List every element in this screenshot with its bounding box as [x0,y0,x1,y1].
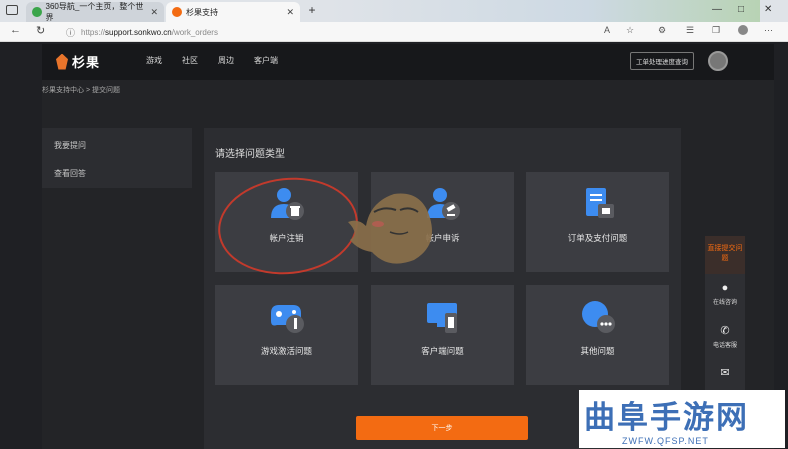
tab-title: 杉果支持 [186,7,218,17]
avatar[interactable] [708,51,728,71]
favorites-list-icon[interactable]: ☰ [686,25,694,36]
minimize-button[interactable]: — [712,4,722,15]
qq-icon: ● [721,282,729,294]
refresh-icon[interactable]: ↻ [36,24,45,37]
extensions-icon[interactable]: ⚙ [658,25,666,36]
card-label: 订单及支付问题 [567,233,628,243]
nav-client[interactable]: 客户端 [254,55,278,66]
nav-merch[interactable]: 周边 [218,55,234,66]
logo-text: 杉果 [72,55,101,70]
profile-icon[interactable] [738,25,748,35]
submit-question-link[interactable]: 直接提交问题 [705,236,745,274]
chat-bubble-icon [581,301,615,333]
mail-button[interactable]: ✉ [705,366,745,382]
online-consult-button[interactable]: ● 在线咨询 [705,282,745,306]
more-menu-icon[interactable]: ⋯ [764,25,773,36]
watermark-title: 曲阜手游网 [584,400,749,436]
float-item-label: 在线咨询 [712,300,737,306]
watermark-subtitle: ZWFW.QFSP.NET [622,436,709,446]
mail-icon: ✉ [720,367,730,379]
sonkwo-flame-icon [56,53,68,70]
address-bar[interactable]: ⓘ https://support.sonkwo.cn/work_orders [62,24,582,40]
phone-icon: ✆ [720,325,730,337]
card-label: 其他问题 [580,346,615,356]
close-tab-icon[interactable]: ✕ [150,7,158,18]
tabbar-background [330,0,760,22]
maximize-button[interactable]: □ [738,4,744,15]
back-arrow-icon[interactable]: ← [10,24,21,36]
browser-toolbar: ← ↻ ⓘ https://support.sonkwo.cn/work_ord… [0,22,788,42]
site-logo[interactable]: 杉果 [56,52,100,71]
breadcrumb: 杉果支持中心 > 提交问题 [42,87,120,94]
tab-title: 360导航_一个主页，整个世界 [45,2,144,22]
360-favicon-icon [32,7,42,17]
tab-sonkwo[interactable]: 杉果支持 ✕ [166,2,300,22]
info-icon[interactable]: ⓘ [66,26,75,39]
browser-tabbar: 360导航_一个主页，整个世界 ✕ 杉果支持 ✕ + — □ ✕ [0,0,788,22]
receipt-wallet-icon [585,188,614,218]
url-path: /work_orders [171,27,218,37]
side-menu: 我要提问 查看回答 [42,128,192,188]
nav-games[interactable]: 游戏 [146,55,162,66]
category-card-game-activation[interactable]: 游戏激活问题 [215,285,358,385]
gamepad-key-icon [270,305,304,333]
category-card-order-payment[interactable]: 订单及支付问题 [526,172,669,272]
collections-icon[interactable]: ❐ [712,25,720,36]
phone-service-button[interactable]: ✆ 电话客服 [705,324,745,349]
sonkwo-favicon-icon [172,7,182,17]
main-nav: 游戏 社区 周边 客户端 [146,55,278,66]
side-item-answers[interactable]: 查看回答 [54,168,86,179]
favorite-star-icon[interactable]: ☆ [626,25,634,36]
tab-360[interactable]: 360导航_一个主页，整个世界 ✕ [26,2,164,22]
close-window-button[interactable]: ✕ [764,4,772,15]
url-host: support.sonkwo.cn [105,27,172,37]
category-card-client[interactable]: 客户端问题 [371,285,514,385]
site-header: 杉果 游戏 社区 周边 客户端 工单处理进度查询 [42,44,774,80]
category-card-other[interactable]: 其他问题 [526,285,669,385]
tab-actions-icon[interactable] [6,5,18,15]
fish-mascot-icon [348,193,432,264]
read-aloud-icon[interactable]: A [604,25,610,35]
next-step-button[interactable]: 下一步 [356,416,528,440]
new-tab-button[interactable]: + [304,3,320,19]
card-label: 客户端问题 [421,346,464,356]
url-scheme: https:// [81,27,106,37]
nav-community[interactable]: 社区 [182,55,198,66]
side-item-ask[interactable]: 我要提问 [54,140,86,151]
card-label: 游戏激活问题 [260,346,312,356]
close-tab-icon[interactable]: ✕ [286,7,294,18]
page-title: 请选择问题类型 [215,149,285,160]
ticket-progress-button[interactable]: 工单处理进度查询 [630,52,694,70]
float-toolbar: 直接提交问题 ● 在线咨询 ✆ 电话客服 ✉ [705,236,745,396]
monitor-phone-icon [426,303,457,333]
float-item-label: 电话客服 [712,343,737,349]
